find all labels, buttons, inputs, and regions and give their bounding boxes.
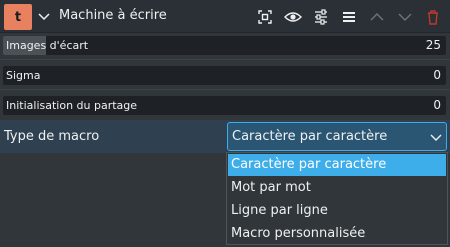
param-value[interactable]: 0 (433, 68, 441, 82)
param-row-initialisation-partage[interactable]: Initialisation du partage 0 (3, 96, 446, 115)
dropdown-option[interactable]: Caractère par caractère (228, 154, 446, 176)
effect-header: t Machine à écrire (0, 0, 450, 33)
visibility-eye-icon[interactable] (284, 8, 302, 26)
divider (0, 59, 450, 60)
macro-type-select[interactable]: Caractère par caractère (227, 122, 447, 151)
effect-badge: t (4, 4, 32, 30)
macro-type-dropdown: Caractère par caractère Mot par mot Lign… (226, 152, 448, 245)
param-label: Images d'écart (6, 39, 89, 52)
param-label: Sigma (6, 69, 41, 82)
menu-icon[interactable] (340, 8, 358, 26)
delete-trash-icon[interactable] (424, 8, 442, 26)
move-down-icon[interactable] (396, 8, 414, 26)
param-row-images-ecart[interactable]: Images d'écart 25 (3, 36, 446, 55)
param-value[interactable]: 25 (426, 38, 441, 52)
zone-select-icon[interactable] (256, 8, 274, 26)
move-up-icon[interactable] (368, 8, 386, 26)
dropdown-option[interactable]: Mot par mot (228, 177, 446, 199)
macro-type-selected: Caractère par caractère (232, 129, 388, 144)
collapse-chevron-icon[interactable] (37, 10, 51, 24)
macro-type-label: Type de macro (4, 129, 100, 144)
dropdown-option[interactable]: Macro personnalisée (228, 223, 446, 245)
param-label: Initialisation du partage (6, 99, 138, 112)
divider (0, 89, 450, 90)
param-row-sigma[interactable]: Sigma 0 (3, 66, 446, 85)
param-value[interactable]: 0 (433, 98, 441, 112)
effect-title: Machine à écrire (59, 8, 167, 23)
chevron-down-icon (430, 134, 442, 141)
settings-sliders-icon[interactable] (312, 8, 330, 26)
dropdown-option[interactable]: Ligne par ligne (228, 200, 446, 222)
